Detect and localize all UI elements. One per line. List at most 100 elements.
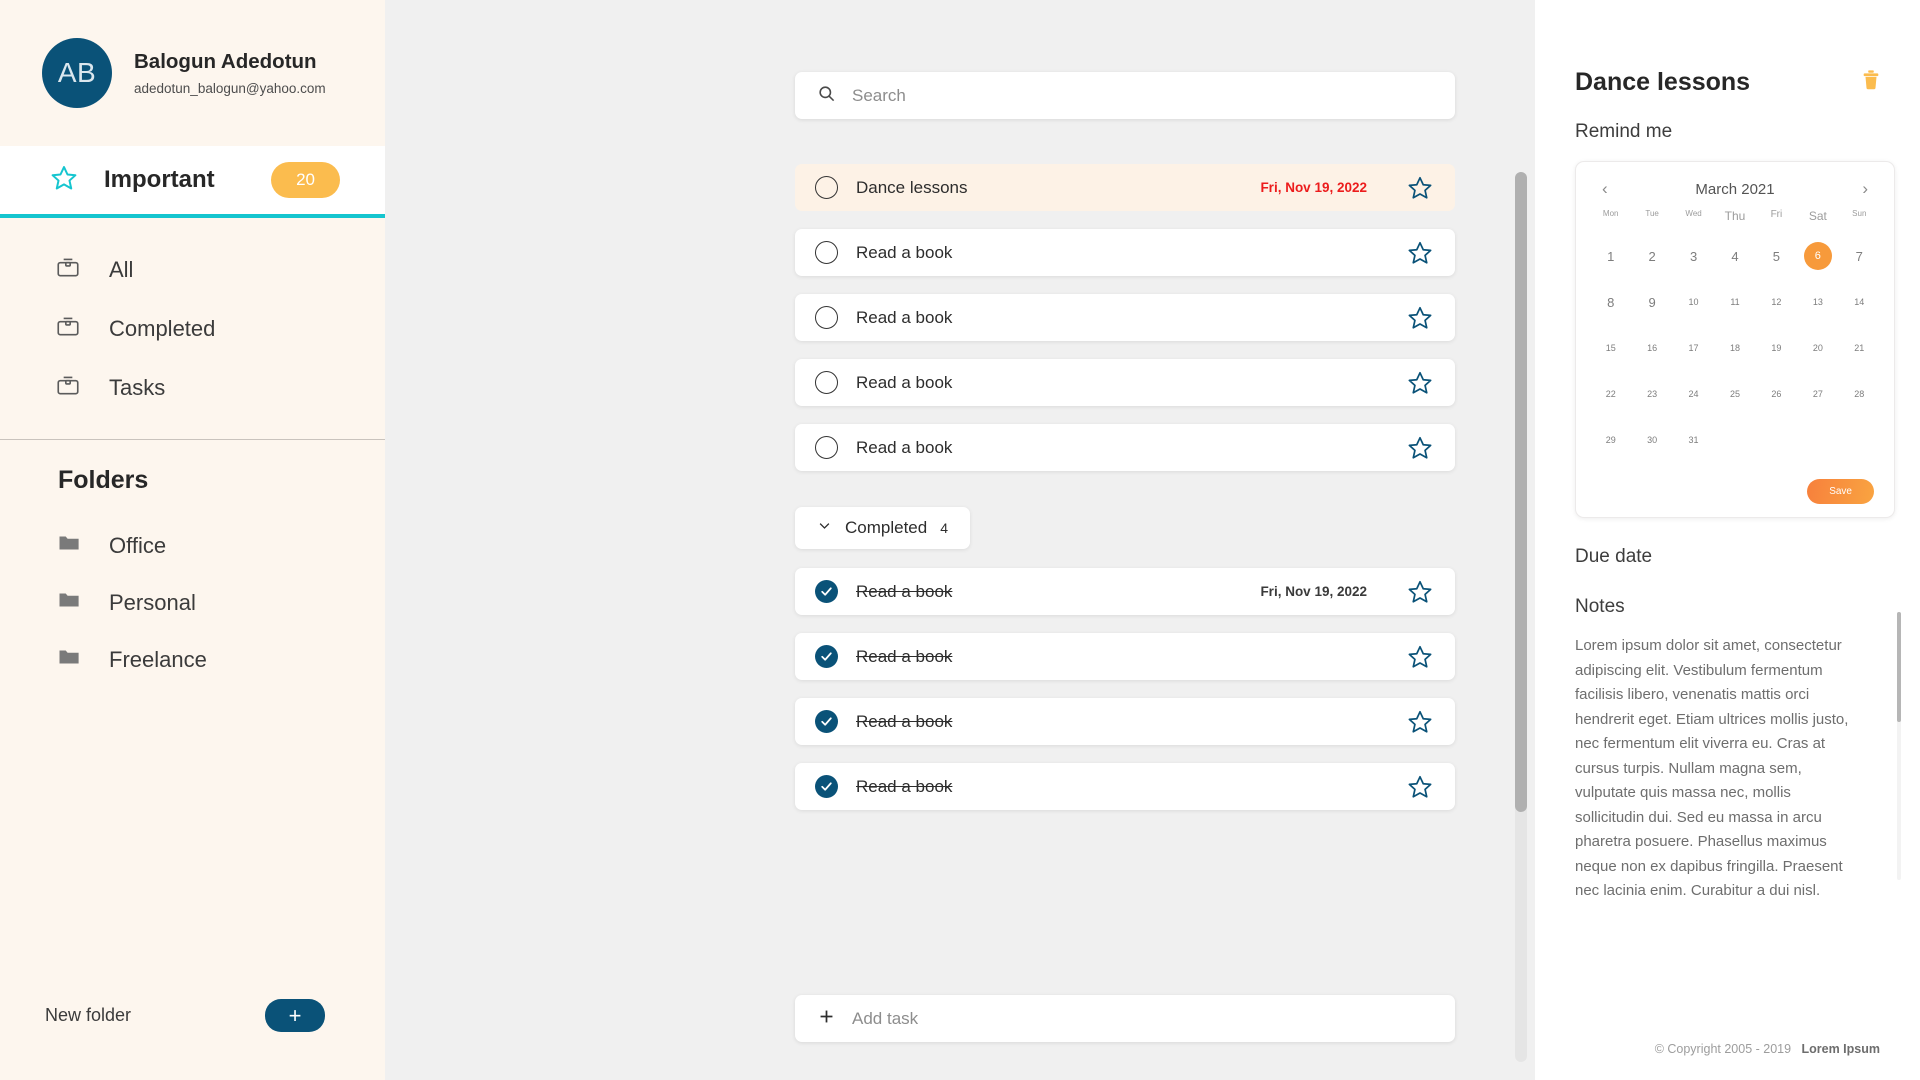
star-icon[interactable] bbox=[1407, 435, 1433, 461]
task-checkbox-unchecked[interactable] bbox=[815, 371, 838, 394]
calendar-day[interactable]: 5 bbox=[1756, 233, 1797, 279]
notes-scrollbar-thumb[interactable] bbox=[1897, 612, 1901, 722]
calendar-day[interactable]: 17 bbox=[1673, 325, 1714, 371]
sidebar-nav: All Completed bbox=[0, 218, 385, 440]
calendar-day[interactable]: 7 bbox=[1839, 233, 1880, 279]
add-task-box[interactable] bbox=[795, 995, 1455, 1042]
sidebar-folder-personal[interactable]: Personal bbox=[0, 574, 385, 631]
calendar-day[interactable]: 14 bbox=[1839, 279, 1880, 325]
task-checkbox-checked[interactable] bbox=[815, 775, 838, 798]
star-icon[interactable] bbox=[1407, 644, 1433, 670]
chevron-right-icon[interactable]: › bbox=[1858, 179, 1872, 199]
task-checkbox-unchecked[interactable] bbox=[815, 436, 838, 459]
calendar-header: ‹ March 2021 › bbox=[1590, 175, 1880, 209]
calendar-day[interactable]: 19 bbox=[1756, 325, 1797, 371]
star-icon[interactable] bbox=[1407, 774, 1433, 800]
task-list-scrollbar[interactable] bbox=[1515, 172, 1527, 1062]
sidebar-item-tasks[interactable]: Tasks bbox=[0, 358, 385, 417]
notes-text[interactable]: Lorem ipsum dolor sit amet, consectetur … bbox=[1575, 634, 1861, 904]
trash-icon[interactable] bbox=[1860, 68, 1882, 97]
calendar-dow-thu: Thu bbox=[1714, 209, 1755, 233]
table-row[interactable]: Read a book bbox=[795, 763, 1455, 810]
calendar-day[interactable]: 21 bbox=[1839, 325, 1880, 371]
calendar-day-num: 20 bbox=[1804, 334, 1832, 362]
task-row[interactable]: Read a book bbox=[795, 359, 1455, 406]
sidebar-folder-office[interactable]: Office bbox=[0, 517, 385, 574]
folder-icon bbox=[57, 531, 81, 560]
calendar-day[interactable]: 16 bbox=[1631, 325, 1672, 371]
star-icon[interactable] bbox=[1407, 240, 1433, 266]
task-checkbox-checked[interactable] bbox=[815, 645, 838, 668]
sidebar-item-all[interactable]: All bbox=[0, 240, 385, 299]
calendar-day[interactable]: 12 bbox=[1756, 279, 1797, 325]
calendar-day[interactable]: 10 bbox=[1673, 279, 1714, 325]
calendar-day-selected[interactable]: 6 bbox=[1797, 233, 1838, 279]
task-row[interactable]: Read a book bbox=[795, 424, 1455, 471]
save-button[interactable]: Save bbox=[1807, 479, 1874, 504]
calendar-day[interactable]: 26 bbox=[1756, 371, 1797, 417]
search-box[interactable] bbox=[795, 72, 1455, 119]
calendar-day[interactable]: 8 bbox=[1590, 279, 1631, 325]
task-row[interactable]: Read a book bbox=[795, 229, 1455, 276]
table-row[interactable]: Read a book bbox=[795, 633, 1455, 680]
calendar-day-num: 3 bbox=[1680, 242, 1708, 270]
search-input[interactable] bbox=[852, 86, 1433, 106]
add-task-input[interactable] bbox=[852, 1009, 1433, 1029]
add-folder-button[interactable]: + bbox=[265, 999, 325, 1032]
task-due-date: Fri, Nov 19, 2022 bbox=[1260, 180, 1367, 195]
calendar-day[interactable]: 31 bbox=[1673, 417, 1714, 463]
sidebar-item-completed[interactable]: Completed bbox=[0, 299, 385, 358]
task-title: Read a book bbox=[856, 777, 1349, 797]
calendar-day[interactable]: 23 bbox=[1631, 371, 1672, 417]
calendar-day[interactable]: 3 bbox=[1673, 233, 1714, 279]
task-row[interactable]: Read a book bbox=[795, 294, 1455, 341]
calendar-day[interactable]: 2 bbox=[1631, 233, 1672, 279]
footer-brand: Lorem Ipsum bbox=[1802, 1042, 1881, 1056]
notes-scrollbar[interactable] bbox=[1897, 612, 1901, 880]
calendar-day[interactable]: 22 bbox=[1590, 371, 1631, 417]
star-icon[interactable] bbox=[1407, 709, 1433, 735]
task-list-scrollbar-thumb[interactable] bbox=[1515, 172, 1527, 812]
calendar-day[interactable]: 20 bbox=[1797, 325, 1838, 371]
calendar-day[interactable]: 27 bbox=[1797, 371, 1838, 417]
calendar-dow-sat: Sat bbox=[1797, 209, 1838, 233]
calendar-day[interactable]: 1 bbox=[1590, 233, 1631, 279]
star-icon[interactable] bbox=[1407, 305, 1433, 331]
table-row[interactable]: Read a book bbox=[795, 698, 1455, 745]
calendar-day[interactable]: 25 bbox=[1714, 371, 1755, 417]
calendar-day[interactable]: 24 bbox=[1673, 371, 1714, 417]
sidebar-item-all-label: All bbox=[109, 257, 133, 283]
calendar-day-empty bbox=[1714, 417, 1755, 463]
calendar-day[interactable]: 9 bbox=[1631, 279, 1672, 325]
task-checkbox-unchecked[interactable] bbox=[815, 241, 838, 264]
star-icon[interactable] bbox=[1407, 175, 1433, 201]
chevron-left-icon[interactable]: ‹ bbox=[1598, 179, 1612, 199]
calendar-day[interactable]: 29 bbox=[1590, 417, 1631, 463]
calendar-day[interactable]: 13 bbox=[1797, 279, 1838, 325]
calendar-day[interactable]: 30 bbox=[1631, 417, 1672, 463]
calendar-day-empty bbox=[1756, 417, 1797, 463]
star-icon[interactable] bbox=[1407, 579, 1433, 605]
calendar-day-num: 22 bbox=[1597, 380, 1625, 408]
calendar-day-num: 5 bbox=[1762, 242, 1790, 270]
table-row[interactable]: Read a book Fri, Nov 19, 2022 bbox=[795, 568, 1455, 615]
detail-header: Dance lessons bbox=[1575, 68, 1882, 97]
page-title: Dance lessons bbox=[1575, 68, 1750, 97]
user-profile[interactable]: AB Balogun Adedotun adedotun_balogun@yah… bbox=[0, 0, 385, 146]
task-row[interactable]: Dance lessons Fri, Nov 19, 2022 bbox=[795, 164, 1455, 211]
calendar-day[interactable]: 4 bbox=[1714, 233, 1755, 279]
star-icon[interactable] bbox=[1407, 370, 1433, 396]
task-checkbox-unchecked[interactable] bbox=[815, 176, 838, 199]
sidebar-item-important[interactable]: Important 20 bbox=[0, 146, 385, 218]
calendar-day[interactable]: 28 bbox=[1839, 371, 1880, 417]
sidebar-folder-freelance[interactable]: Freelance bbox=[0, 631, 385, 688]
calendar-widget[interactable]: ‹ March 2021 › Mon Tue Wed Thu Fri Sat S… bbox=[1575, 161, 1895, 518]
task-checkbox-unchecked[interactable] bbox=[815, 306, 838, 329]
calendar-dow-fri: Fri bbox=[1756, 209, 1797, 233]
task-checkbox-checked[interactable] bbox=[815, 580, 838, 603]
completed-section-toggle[interactable]: Completed 4 bbox=[795, 507, 970, 549]
calendar-day[interactable]: 11 bbox=[1714, 279, 1755, 325]
calendar-day[interactable]: 15 bbox=[1590, 325, 1631, 371]
task-checkbox-checked[interactable] bbox=[815, 710, 838, 733]
calendar-day[interactable]: 18 bbox=[1714, 325, 1755, 371]
